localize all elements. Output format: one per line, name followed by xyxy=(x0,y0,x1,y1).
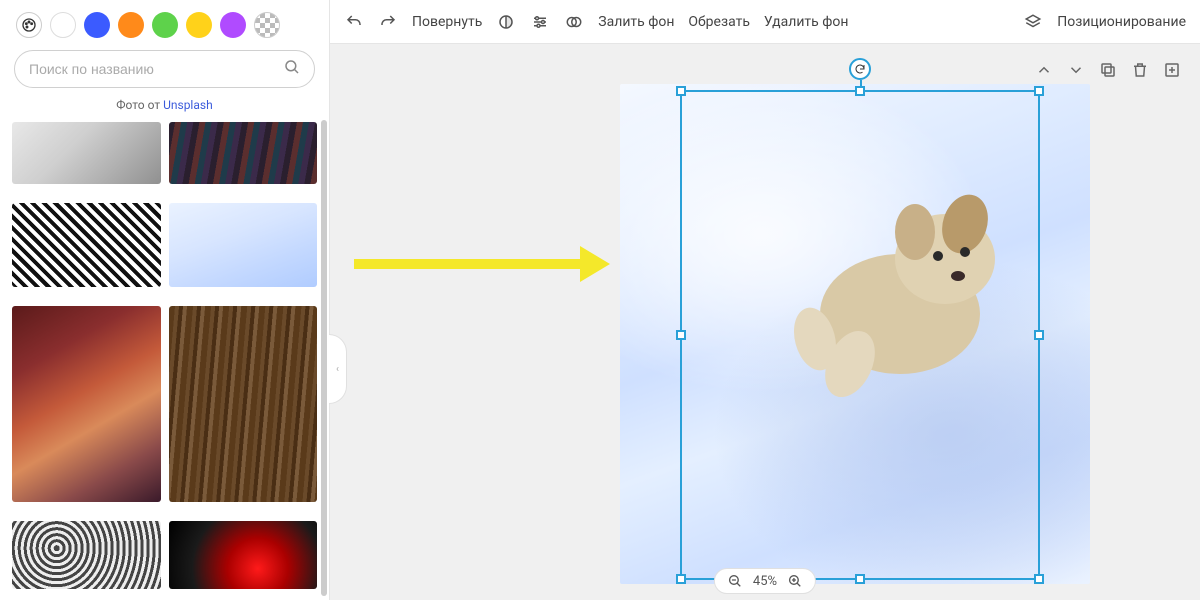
search-wrapper xyxy=(14,50,315,88)
redo-icon[interactable] xyxy=(378,12,398,32)
swatch-transparent[interactable] xyxy=(254,12,280,38)
fill-bg-button[interactable]: Залить фон xyxy=(598,14,674,30)
palette-button[interactable] xyxy=(16,12,42,38)
swatch-orange[interactable] xyxy=(118,12,144,38)
positioning-button[interactable]: Позиционирование xyxy=(1057,14,1186,30)
rotate-handle[interactable] xyxy=(849,58,871,80)
color-swatch-row xyxy=(10,8,319,50)
photo-credit: Фото от Unsplash xyxy=(10,88,319,122)
swatch-blue[interactable] xyxy=(84,12,110,38)
thumbnail-grid xyxy=(10,122,319,600)
zoom-value: 45% xyxy=(753,574,777,589)
crop-button[interactable]: Обрезать xyxy=(688,14,750,30)
sliders-icon[interactable] xyxy=(530,12,550,32)
thumbnail[interactable] xyxy=(169,122,318,184)
object-toolbar xyxy=(1034,60,1182,80)
zoom-in-icon[interactable] xyxy=(787,573,803,589)
undo-icon[interactable] xyxy=(344,12,364,32)
swatch-yellow[interactable] xyxy=(186,12,212,38)
zoom-out-icon[interactable] xyxy=(727,573,743,589)
swatch-purple[interactable] xyxy=(220,12,246,38)
annotation-arrow xyxy=(350,234,610,294)
search-icon xyxy=(283,58,301,80)
sidebar-scrollbar[interactable] xyxy=(321,120,327,596)
layers-icon xyxy=(1023,12,1043,32)
trash-icon[interactable] xyxy=(1130,60,1150,80)
thumbnail[interactable] xyxy=(169,521,318,589)
main-area: Повернуть Залить фон Обрезать Удалить фо… xyxy=(330,0,1200,600)
credit-link[interactable]: Unsplash xyxy=(163,98,213,112)
copy-icon[interactable] xyxy=(1098,60,1118,80)
brightness-icon[interactable] xyxy=(496,12,516,32)
thumbnail[interactable] xyxy=(169,203,318,287)
remove-bg-button[interactable]: Удалить фон xyxy=(764,14,849,30)
thumbnail[interactable] xyxy=(12,122,161,184)
rotate-button[interactable]: Повернуть xyxy=(412,14,482,30)
sidebar-collapse-handle[interactable]: ‹ xyxy=(329,334,347,404)
canvas-foreground-subject[interactable] xyxy=(760,164,1020,424)
swatch-green[interactable] xyxy=(152,12,178,38)
sidebar: Фото от Unsplash xyxy=(0,0,330,600)
thumbnail[interactable] xyxy=(12,203,161,287)
swatch-white[interactable] xyxy=(50,12,76,38)
thumbnail[interactable] xyxy=(12,521,161,589)
add-square-icon[interactable] xyxy=(1162,60,1182,80)
top-toolbar: Повернуть Залить фон Обрезать Удалить фо… xyxy=(330,0,1200,44)
canvas-area[interactable]: ‹ xyxy=(330,44,1200,600)
chevron-down-icon[interactable] xyxy=(1066,60,1086,80)
thumbnail[interactable] xyxy=(12,306,161,502)
thumbnail[interactable] xyxy=(169,306,318,502)
overlap-icon[interactable] xyxy=(564,12,584,32)
chevron-up-icon[interactable] xyxy=(1034,60,1054,80)
search-input[interactable] xyxy=(14,50,315,88)
zoom-control: 45% xyxy=(714,568,816,594)
credit-prefix: Фото от xyxy=(116,98,163,112)
